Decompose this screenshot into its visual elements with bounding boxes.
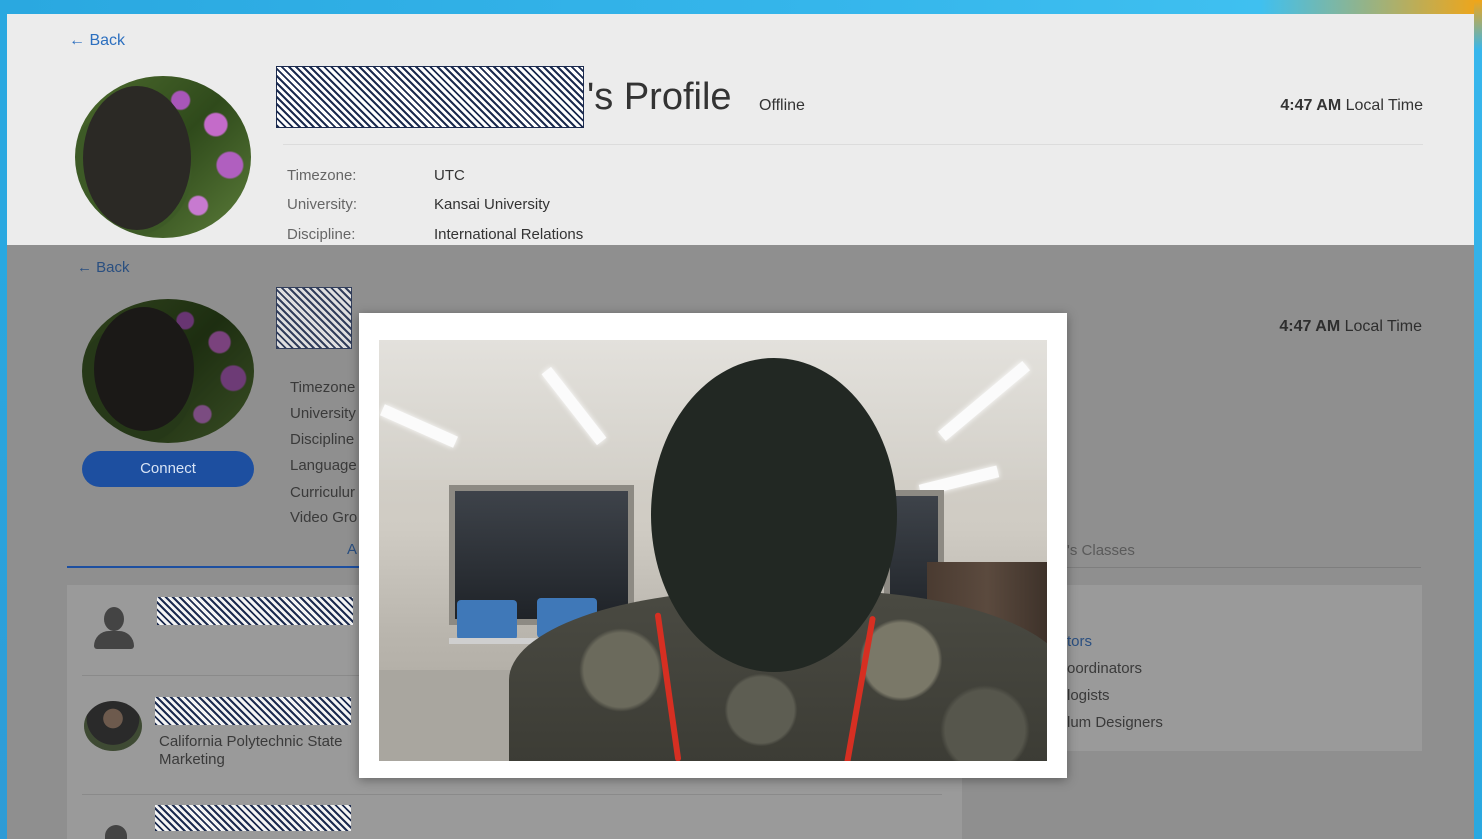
avatar: [84, 701, 142, 751]
university-label: University:: [287, 196, 358, 213]
bg-field-university: University: [290, 405, 356, 422]
video-modal[interactable]: [359, 313, 1067, 778]
local-time-value: 4:47 AM: [1280, 97, 1342, 114]
background-avatar: [82, 299, 254, 443]
profile-header-panel: ← Back 's Profile Offline 4:47 AM Local …: [7, 14, 1474, 245]
name-redaction: [276, 66, 584, 128]
local-time: 4:47 AM Local Time: [1280, 97, 1423, 115]
timezone-value: UTC: [434, 167, 465, 184]
roles-card: tors oordinators logists lum Designers: [1027, 585, 1422, 751]
bg-field-discipline: Discipline: [290, 431, 355, 448]
tab-classes[interactable]: 's Classes: [1067, 542, 1135, 559]
member-name-redaction: [155, 697, 351, 725]
background-face-redaction: [94, 307, 194, 431]
person-placeholder-icon: [92, 607, 136, 649]
role-coordinators[interactable]: oordinators: [1067, 660, 1142, 677]
role-link-instructors[interactable]: tors: [1067, 633, 1092, 650]
avatar: [75, 76, 251, 238]
chair: [457, 600, 517, 640]
member-university: California Polytechnic State: [159, 733, 343, 750]
discipline-value: International Relations: [434, 226, 584, 243]
tab-about[interactable]: A: [347, 541, 357, 558]
bg-field-timezone: Timezone: [290, 379, 356, 396]
active-tab-indicator: [67, 566, 367, 568]
list-item[interactable]: [67, 803, 962, 839]
member-discipline: Marketing: [159, 751, 225, 768]
discipline-label: Discipline:: [287, 226, 356, 243]
bg-field-language: Language: [290, 457, 357, 474]
bg-field-curriculum: Curriculur: [290, 484, 356, 501]
local-time-label: Local Time: [1345, 97, 1423, 114]
header-divider: [283, 144, 1423, 145]
tabs-divider: [1057, 567, 1421, 568]
list-divider: [82, 794, 942, 795]
person-placeholder-icon: [105, 825, 127, 839]
background-local-time-label: Local Time: [1344, 318, 1422, 335]
role-technologists[interactable]: logists: [1067, 687, 1110, 704]
connect-button[interactable]: Connect: [82, 451, 254, 487]
background-local-time: 4:47 AM Local Time: [1279, 318, 1422, 336]
timezone-label: Timezone:: [287, 167, 357, 184]
video-feed[interactable]: [379, 340, 1047, 761]
page-title: 's Profile: [587, 76, 732, 118]
status-badge: Offline: [759, 97, 805, 114]
bg-field-video-group: Video Gro: [290, 509, 358, 526]
background-local-time-value: 4:47 AM: [1279, 318, 1341, 335]
right-accent-bar: [1474, 0, 1482, 839]
university-value: Kansai University: [434, 196, 550, 213]
background-back-link[interactable]: ← Back: [77, 259, 130, 276]
top-accent-bar: [0, 0, 1482, 14]
face-redaction: [651, 358, 897, 672]
role-curriculum-designers[interactable]: lum Designers: [1067, 714, 1163, 731]
background-name-redaction: [276, 287, 352, 349]
face-redaction: [83, 86, 191, 230]
left-accent-bar: [0, 0, 7, 839]
member-name-redaction: [155, 805, 351, 831]
back-link[interactable]: ← Back: [69, 32, 125, 50]
member-name-redaction: [157, 597, 353, 625]
